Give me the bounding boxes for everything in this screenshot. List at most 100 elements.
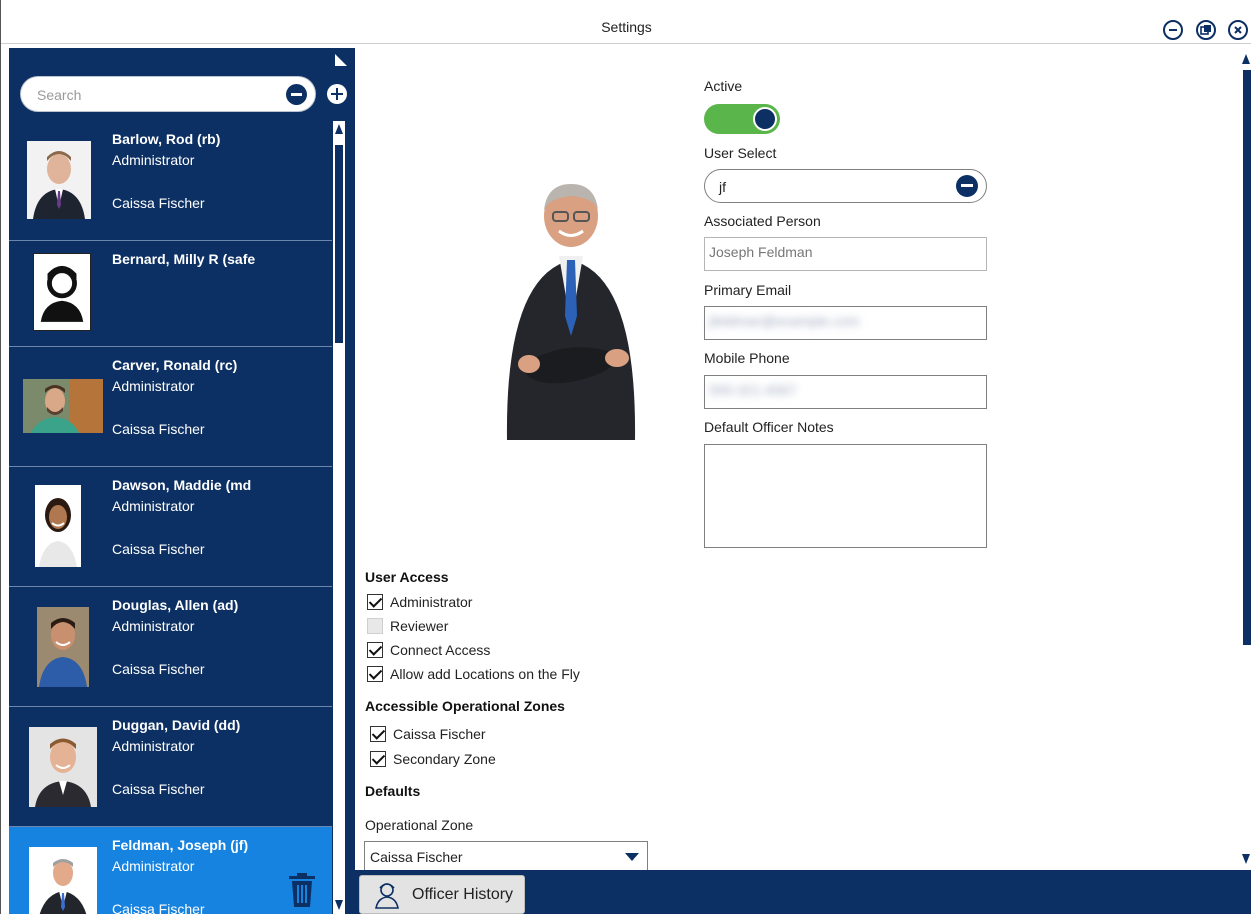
user-list-item-selected[interactable]: Feldman, Joseph (jf) Administrator Caiss… (9, 827, 332, 914)
user-list-item[interactable]: Barlow, Rod (rb) Administrator Caissa Fi… (9, 121, 332, 241)
user-access-heading: User Access (365, 569, 449, 585)
officer-history-button[interactable]: Officer History (359, 875, 525, 914)
user-list-item[interactable]: Duggan, David (dd) Administrator Caissa … (9, 707, 332, 827)
user-select-field[interactable]: jf (704, 169, 987, 203)
user-name: Douglas, Allen (ad) (112, 597, 239, 613)
user-avatar (23, 379, 103, 433)
associated-person-field: Joseph Feldman (704, 237, 987, 271)
clear-icon[interactable] (956, 175, 978, 197)
user-avatar (27, 141, 91, 219)
scroll-down-icon[interactable] (335, 900, 343, 910)
user-avatar (35, 485, 81, 567)
minimize-icon[interactable] (1163, 20, 1183, 40)
user-zone: Caissa Fischer (112, 901, 205, 914)
user-avatar (29, 847, 97, 914)
user-zone: Caissa Fischer (112, 541, 205, 557)
search-clear-icon[interactable] (286, 84, 307, 105)
user-avatar (29, 727, 97, 807)
sidebar-scrollbar[interactable] (333, 121, 345, 914)
active-toggle[interactable] (704, 104, 780, 134)
mobile-phone-value: 555-321-4567 (709, 382, 797, 398)
mobile-phone-label: Mobile Phone (704, 350, 790, 366)
checkbox-reviewer: Reviewer (367, 618, 448, 634)
checkbox-box[interactable] (367, 642, 383, 658)
primary-email-field[interactable]: jfeldman@example.com (704, 306, 987, 340)
user-list-item[interactable]: Bernard, Milly R (safe (9, 241, 332, 347)
user-detail-panel: Active User Select jf Associated Person … (355, 48, 1251, 871)
user-avatar (37, 607, 89, 687)
user-role: Administrator (112, 378, 195, 394)
bottom-toolbar: Officer History (355, 870, 1251, 914)
officer-history-label: Officer History (412, 885, 514, 903)
scroll-thumb[interactable] (1243, 70, 1251, 645)
checkbox-zone-caissa-fischer[interactable]: Caissa Fischer (370, 726, 486, 742)
user-zone: Caissa Fischer (112, 661, 205, 677)
primary-email-label: Primary Email (704, 282, 792, 298)
defaults-heading: Defaults (365, 783, 421, 799)
user-select-label: User Select (704, 145, 777, 161)
search-box (20, 76, 316, 112)
operational-zone-value: Caissa Fischer (370, 849, 463, 865)
user-list: Barlow, Rod (rb) Administrator Caissa Fi… (9, 121, 332, 914)
user-sidebar: Barlow, Rod (rb) Administrator Caissa Fi… (9, 48, 355, 914)
generic-person-icon (33, 253, 91, 331)
add-user-icon[interactable] (327, 84, 347, 104)
trash-icon[interactable] (287, 873, 317, 907)
notes-label: Default Officer Notes (704, 419, 834, 435)
checkbox-box (367, 618, 383, 634)
user-name: Feldman, Joseph (jf) (112, 837, 249, 853)
checkbox-box[interactable] (370, 751, 386, 767)
checkbox-label: Allow add Locations on the Fly (390, 666, 580, 682)
scroll-up-icon[interactable] (1242, 54, 1250, 64)
settings-window: Settings Barlow, Rod (rb) Administrator (0, 0, 1251, 914)
user-name: Duggan, David (dd) (112, 717, 241, 733)
toggle-knob (753, 107, 777, 131)
title-bar: Settings (1, 0, 1251, 44)
scroll-up-icon[interactable] (335, 124, 343, 134)
checkbox-label: Administrator (390, 594, 473, 610)
checkbox-allow-add-locations[interactable]: Allow add Locations on the Fly (367, 666, 580, 682)
user-name: Carver, Ronald (rc) (112, 357, 238, 373)
main-scrollbar[interactable] (1241, 48, 1251, 870)
user-role: Administrator (112, 152, 195, 168)
user-select-value: jf (719, 179, 726, 195)
user-role: Administrator (112, 738, 195, 754)
user-list-item[interactable]: Dawson, Maddie (md Administrator Caissa … (9, 467, 332, 587)
checkbox-box[interactable] (367, 666, 383, 682)
active-label: Active (704, 78, 743, 94)
search-input[interactable] (37, 85, 267, 105)
checkbox-connect-access[interactable]: Connect Access (367, 642, 490, 658)
user-photo[interactable] (467, 176, 667, 440)
user-zone: Caissa Fischer (112, 421, 205, 437)
user-list-item[interactable]: Carver, Ronald (rc) Administrator Caissa… (9, 347, 332, 467)
user-zone: Caissa Fischer (112, 195, 205, 211)
checkbox-administrator[interactable]: Administrator (367, 594, 472, 610)
user-zone: Caissa Fischer (112, 781, 205, 797)
checkbox-zone-secondary[interactable]: Secondary Zone (370, 751, 496, 767)
chevron-down-icon (625, 853, 639, 861)
collapse-sidebar-icon[interactable] (335, 54, 347, 66)
operational-zone-label: Operational Zone (365, 817, 474, 833)
user-name: Bernard, Milly R (safe (112, 251, 256, 267)
primary-email-value: jfeldman@example.com (709, 313, 860, 329)
window-title: Settings (601, 19, 652, 35)
checkbox-label: Secondary Zone (393, 751, 496, 767)
checkbox-label: Caissa Fischer (393, 726, 486, 742)
restore-icon[interactable] (1196, 20, 1216, 40)
user-role: Administrator (112, 858, 195, 874)
officer-icon (375, 882, 399, 909)
user-role: Administrator (112, 498, 195, 514)
checkbox-box[interactable] (370, 726, 386, 742)
officer-notes-textarea[interactable] (704, 444, 987, 548)
user-list-item[interactable]: Douglas, Allen (ad) Administrator Caissa… (9, 587, 332, 707)
scroll-down-icon[interactable] (1242, 854, 1250, 864)
close-icon[interactable] (1228, 20, 1248, 40)
checkbox-box[interactable] (367, 594, 383, 610)
operational-zone-dropdown[interactable]: Caissa Fischer (364, 841, 648, 871)
checkbox-label: Reviewer (390, 618, 449, 634)
scroll-thumb[interactable] (335, 145, 343, 343)
user-name: Barlow, Rod (rb) (112, 131, 221, 147)
mobile-phone-field[interactable]: 555-321-4567 (704, 375, 987, 409)
user-name: Dawson, Maddie (md (112, 477, 252, 493)
checkbox-label: Connect Access (390, 642, 491, 658)
